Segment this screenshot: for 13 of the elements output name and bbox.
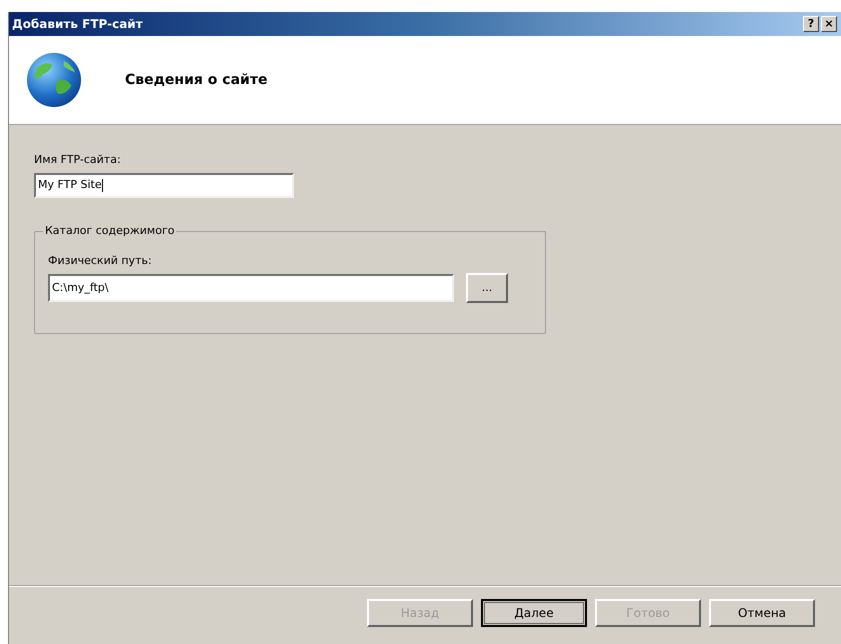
browse-button[interactable]: ... [466, 273, 508, 303]
field-label: Имя FTP-сайта: [34, 153, 122, 167]
globe-icon [25, 51, 83, 109]
header-title: Сведения о сайте [125, 70, 268, 90]
wizard-button[interactable]: Отмена [709, 599, 815, 627]
wizard-button[interactable]: Далее [481, 599, 587, 627]
field-label: Физический путь: [48, 254, 153, 268]
help-button[interactable]: ? [803, 16, 819, 32]
group-legend: Каталог содержимого [43, 224, 176, 238]
path-field[interactable]: C:\my_ftp\ [48, 274, 454, 302]
window-title: Добавить FTP-сайт [12, 16, 143, 33]
close-button[interactable]: × [821, 16, 837, 32]
site-name-field[interactable]: My FTP Site [34, 173, 294, 198]
